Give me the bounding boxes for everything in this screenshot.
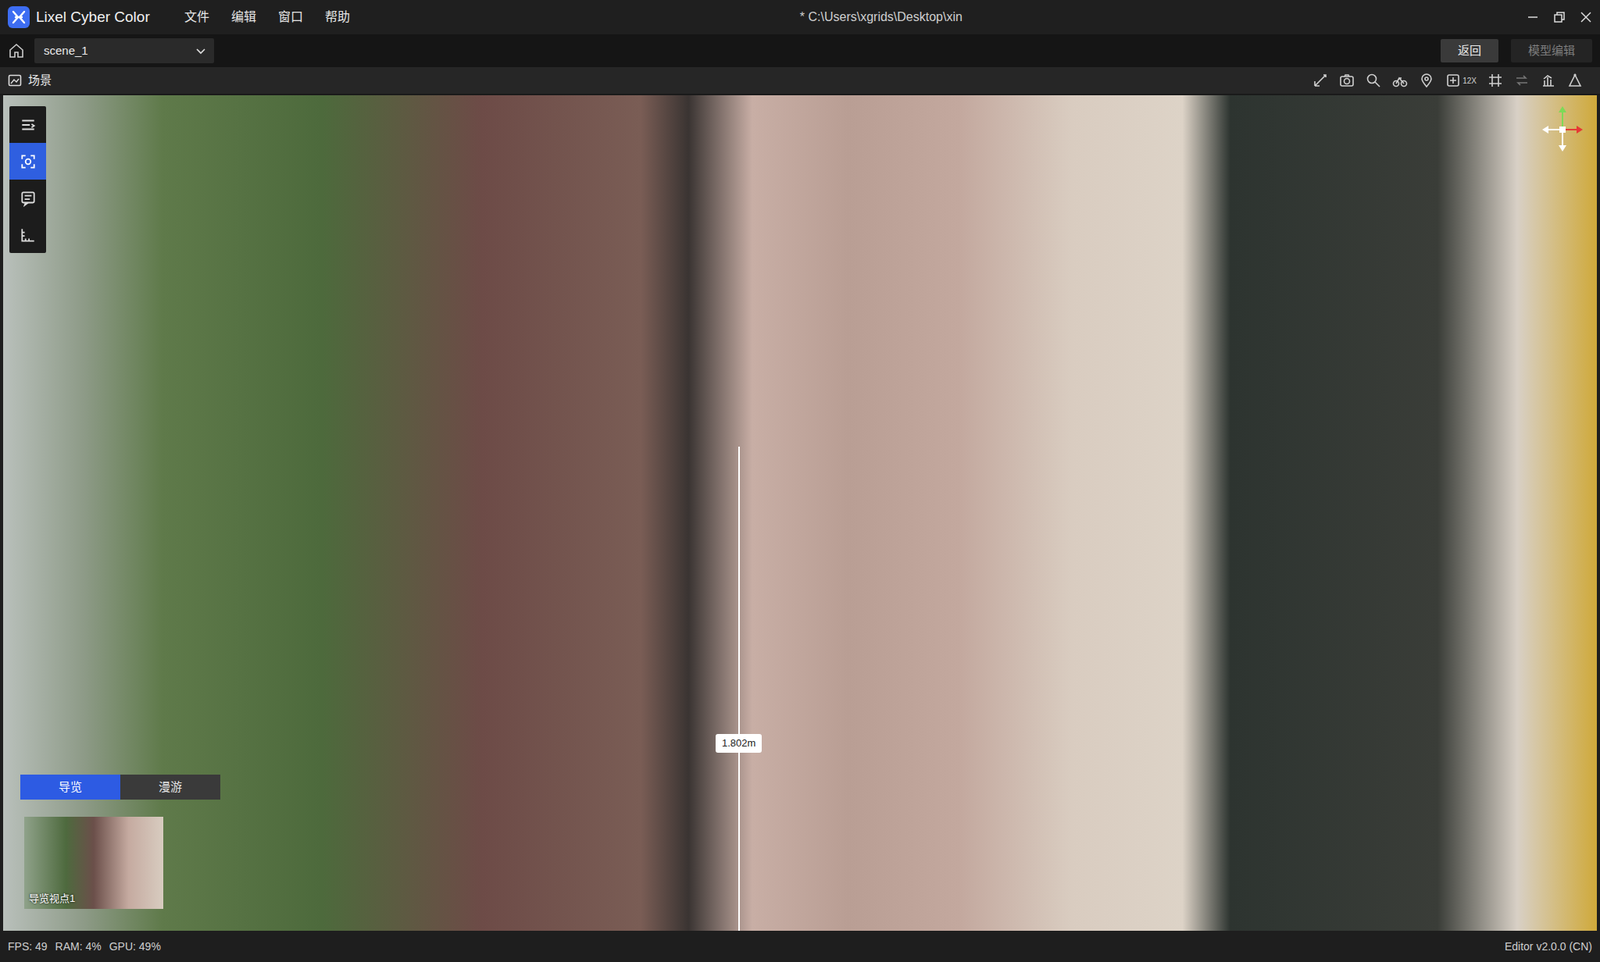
outline-icon xyxy=(19,116,37,134)
app-name: Lixel Cyber Color xyxy=(35,6,150,29)
focus-icon xyxy=(19,153,37,171)
chart-icon xyxy=(1540,72,1557,89)
panel-header: 场景 12X xyxy=(0,67,1600,96)
window-title: * C:\Users\xgrids\Desktop\xin xyxy=(360,7,1527,27)
menu-item[interactable]: 编辑 xyxy=(220,4,268,30)
toolbar-item[interactable] xyxy=(1392,72,1408,89)
menu-item[interactable]: 帮助 xyxy=(314,4,361,30)
axis-gizmo-icon[interactable] xyxy=(1539,101,1586,157)
scene-icon xyxy=(7,73,22,88)
ram-reading: RAM: 4% xyxy=(55,939,102,956)
scene-viewport[interactable]: 1.802m 导览漫游 导览视点1 xyxy=(3,95,1597,932)
scene-value: scene_1 xyxy=(43,42,89,61)
view-mode-button[interactable]: 导览 xyxy=(20,775,121,801)
restore-icon[interactable] xyxy=(1553,10,1566,24)
measure-icon xyxy=(1312,72,1329,89)
toolbar-item[interactable]: 12X xyxy=(1445,72,1477,89)
status-bar: FPS: 49 RAM: 4% GPU: 49% Editor v2.0.0 (CN) xyxy=(0,931,1600,962)
ruler-icon xyxy=(19,226,37,244)
toolbar-item[interactable] xyxy=(1540,72,1557,89)
toolbar-item[interactable] xyxy=(1339,72,1355,89)
toolbar-item[interactable] xyxy=(1312,72,1329,89)
view-mode-button[interactable]: 漫游 xyxy=(120,775,221,801)
sync-icon xyxy=(1514,72,1530,89)
menu-bar: 文件编辑窗口帮助 xyxy=(173,4,361,30)
gpu-reading: GPU: 49% xyxy=(109,939,161,956)
menu-item[interactable]: 窗口 xyxy=(267,4,315,30)
view-toolbar: 12X xyxy=(1312,72,1593,89)
notes-icon xyxy=(19,189,37,208)
toolbar-item[interactable] xyxy=(1567,72,1583,89)
close-icon[interactable] xyxy=(1579,10,1593,24)
home-icon[interactable] xyxy=(7,42,25,60)
toolbar-item[interactable] xyxy=(1365,72,1382,89)
pin-icon xyxy=(1418,72,1435,89)
view-mode-toggle: 导览漫游 xyxy=(20,775,221,801)
camera-icon xyxy=(1339,72,1355,89)
grid-icon xyxy=(1487,72,1504,89)
minimize-icon[interactable] xyxy=(1526,10,1540,24)
scene-bar: scene_1 返回模型编辑 xyxy=(0,34,1600,68)
back-button[interactable]: 返回 xyxy=(1440,39,1499,64)
toolbar-item[interactable] xyxy=(1487,72,1504,89)
speed-icon xyxy=(1445,72,1461,89)
viewpoint-label: 导览视点1 xyxy=(28,891,75,908)
vertex-icon xyxy=(1567,72,1583,89)
left-tool-button[interactable] xyxy=(9,179,47,217)
toolbar-item[interactable] xyxy=(1418,72,1435,89)
speed-label: 12X xyxy=(1462,75,1477,87)
roaming-icon xyxy=(1392,72,1408,89)
left-toolbar xyxy=(9,106,47,254)
panel-title: 场景 xyxy=(28,71,52,90)
title-bar: Lixel Cyber Color 文件编辑窗口帮助 * C:\Users\xg… xyxy=(0,0,1600,35)
zoom-icon xyxy=(1365,72,1382,89)
fps-reading: FPS: 49 xyxy=(7,939,48,956)
left-tool-button[interactable] xyxy=(9,216,47,254)
toolbar-item[interactable] xyxy=(1514,72,1530,89)
viewpoint-thumbnail[interactable]: 导览视点1 xyxy=(24,817,164,910)
measure-label: 1.802m xyxy=(715,734,762,754)
menu-item[interactable]: 文件 xyxy=(173,4,221,30)
left-tool-button[interactable] xyxy=(9,106,47,143)
measure-line xyxy=(738,446,740,932)
logo-icon xyxy=(7,6,30,29)
version-label: Editor v2.0.0 (CN) xyxy=(1504,939,1593,956)
chevron-down-icon xyxy=(195,45,207,57)
scene-dropdown[interactable]: scene_1 xyxy=(34,38,215,64)
left-tool-button[interactable] xyxy=(9,142,47,180)
model-edit-button: 模型编辑 xyxy=(1510,39,1593,64)
